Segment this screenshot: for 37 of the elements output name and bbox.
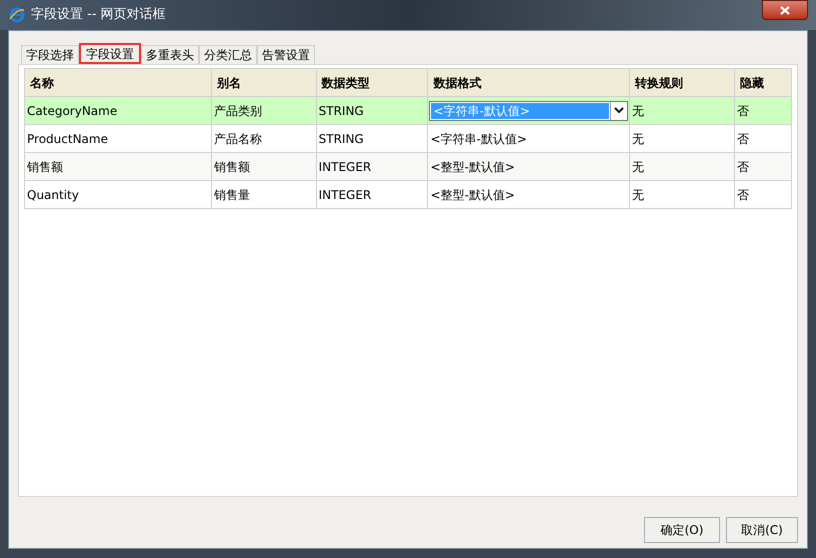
table-cell: 无: [631, 132, 644, 146]
table-cell: 无: [631, 188, 644, 202]
table-cell: 产品名称: [212, 132, 262, 146]
table-cell: <整型-默认值>: [429, 160, 515, 174]
table-cell: INTEGER: [318, 160, 372, 174]
close-icon: [780, 6, 790, 14]
table-cell: Quantity: [26, 188, 79, 202]
close-button[interactable]: [762, 0, 808, 20]
tab[interactable]: 字段选择: [21, 45, 79, 64]
dialog-button[interactable]: 取消(C): [726, 517, 798, 543]
browser-icon: [9, 7, 25, 23]
table-cell: 销售量: [212, 188, 250, 202]
window-title: 字段设置 -- 网页对话框: [31, 6, 166, 24]
table-cell: 否: [736, 188, 750, 202]
column-header: 名称: [24, 68, 212, 96]
table-cell: INTEGER: [318, 188, 372, 202]
tab[interactable]: 分类汇总: [199, 45, 257, 64]
tab[interactable]: 字段设置: [79, 43, 141, 64]
table-cell: 销售额: [212, 160, 250, 174]
dialog-button[interactable]: 确定(O): [644, 517, 720, 543]
column-header: 数据格式: [428, 68, 630, 96]
table-cell: STRING: [318, 132, 364, 146]
table-cell: 否: [736, 160, 750, 174]
table-cell: STRING: [318, 104, 364, 118]
chevron-down-icon: [614, 107, 624, 114]
table-cell: <字符串-默认值>: [429, 132, 527, 146]
table-cell: 销售额: [26, 160, 63, 174]
table-cell: 否: [736, 132, 750, 146]
table-cell: 无: [631, 104, 644, 118]
table-cell: <整型-默认值>: [429, 188, 515, 202]
table-cell: 否: [736, 104, 750, 118]
table-cell: 无: [631, 160, 644, 174]
tab[interactable]: 告警设置: [257, 45, 315, 64]
table-cell: 产品类别: [212, 104, 262, 118]
tab[interactable]: 多重表头: [141, 45, 199, 64]
table-cell: CategoryName: [26, 104, 118, 118]
table-cell: ProductName: [26, 132, 108, 146]
